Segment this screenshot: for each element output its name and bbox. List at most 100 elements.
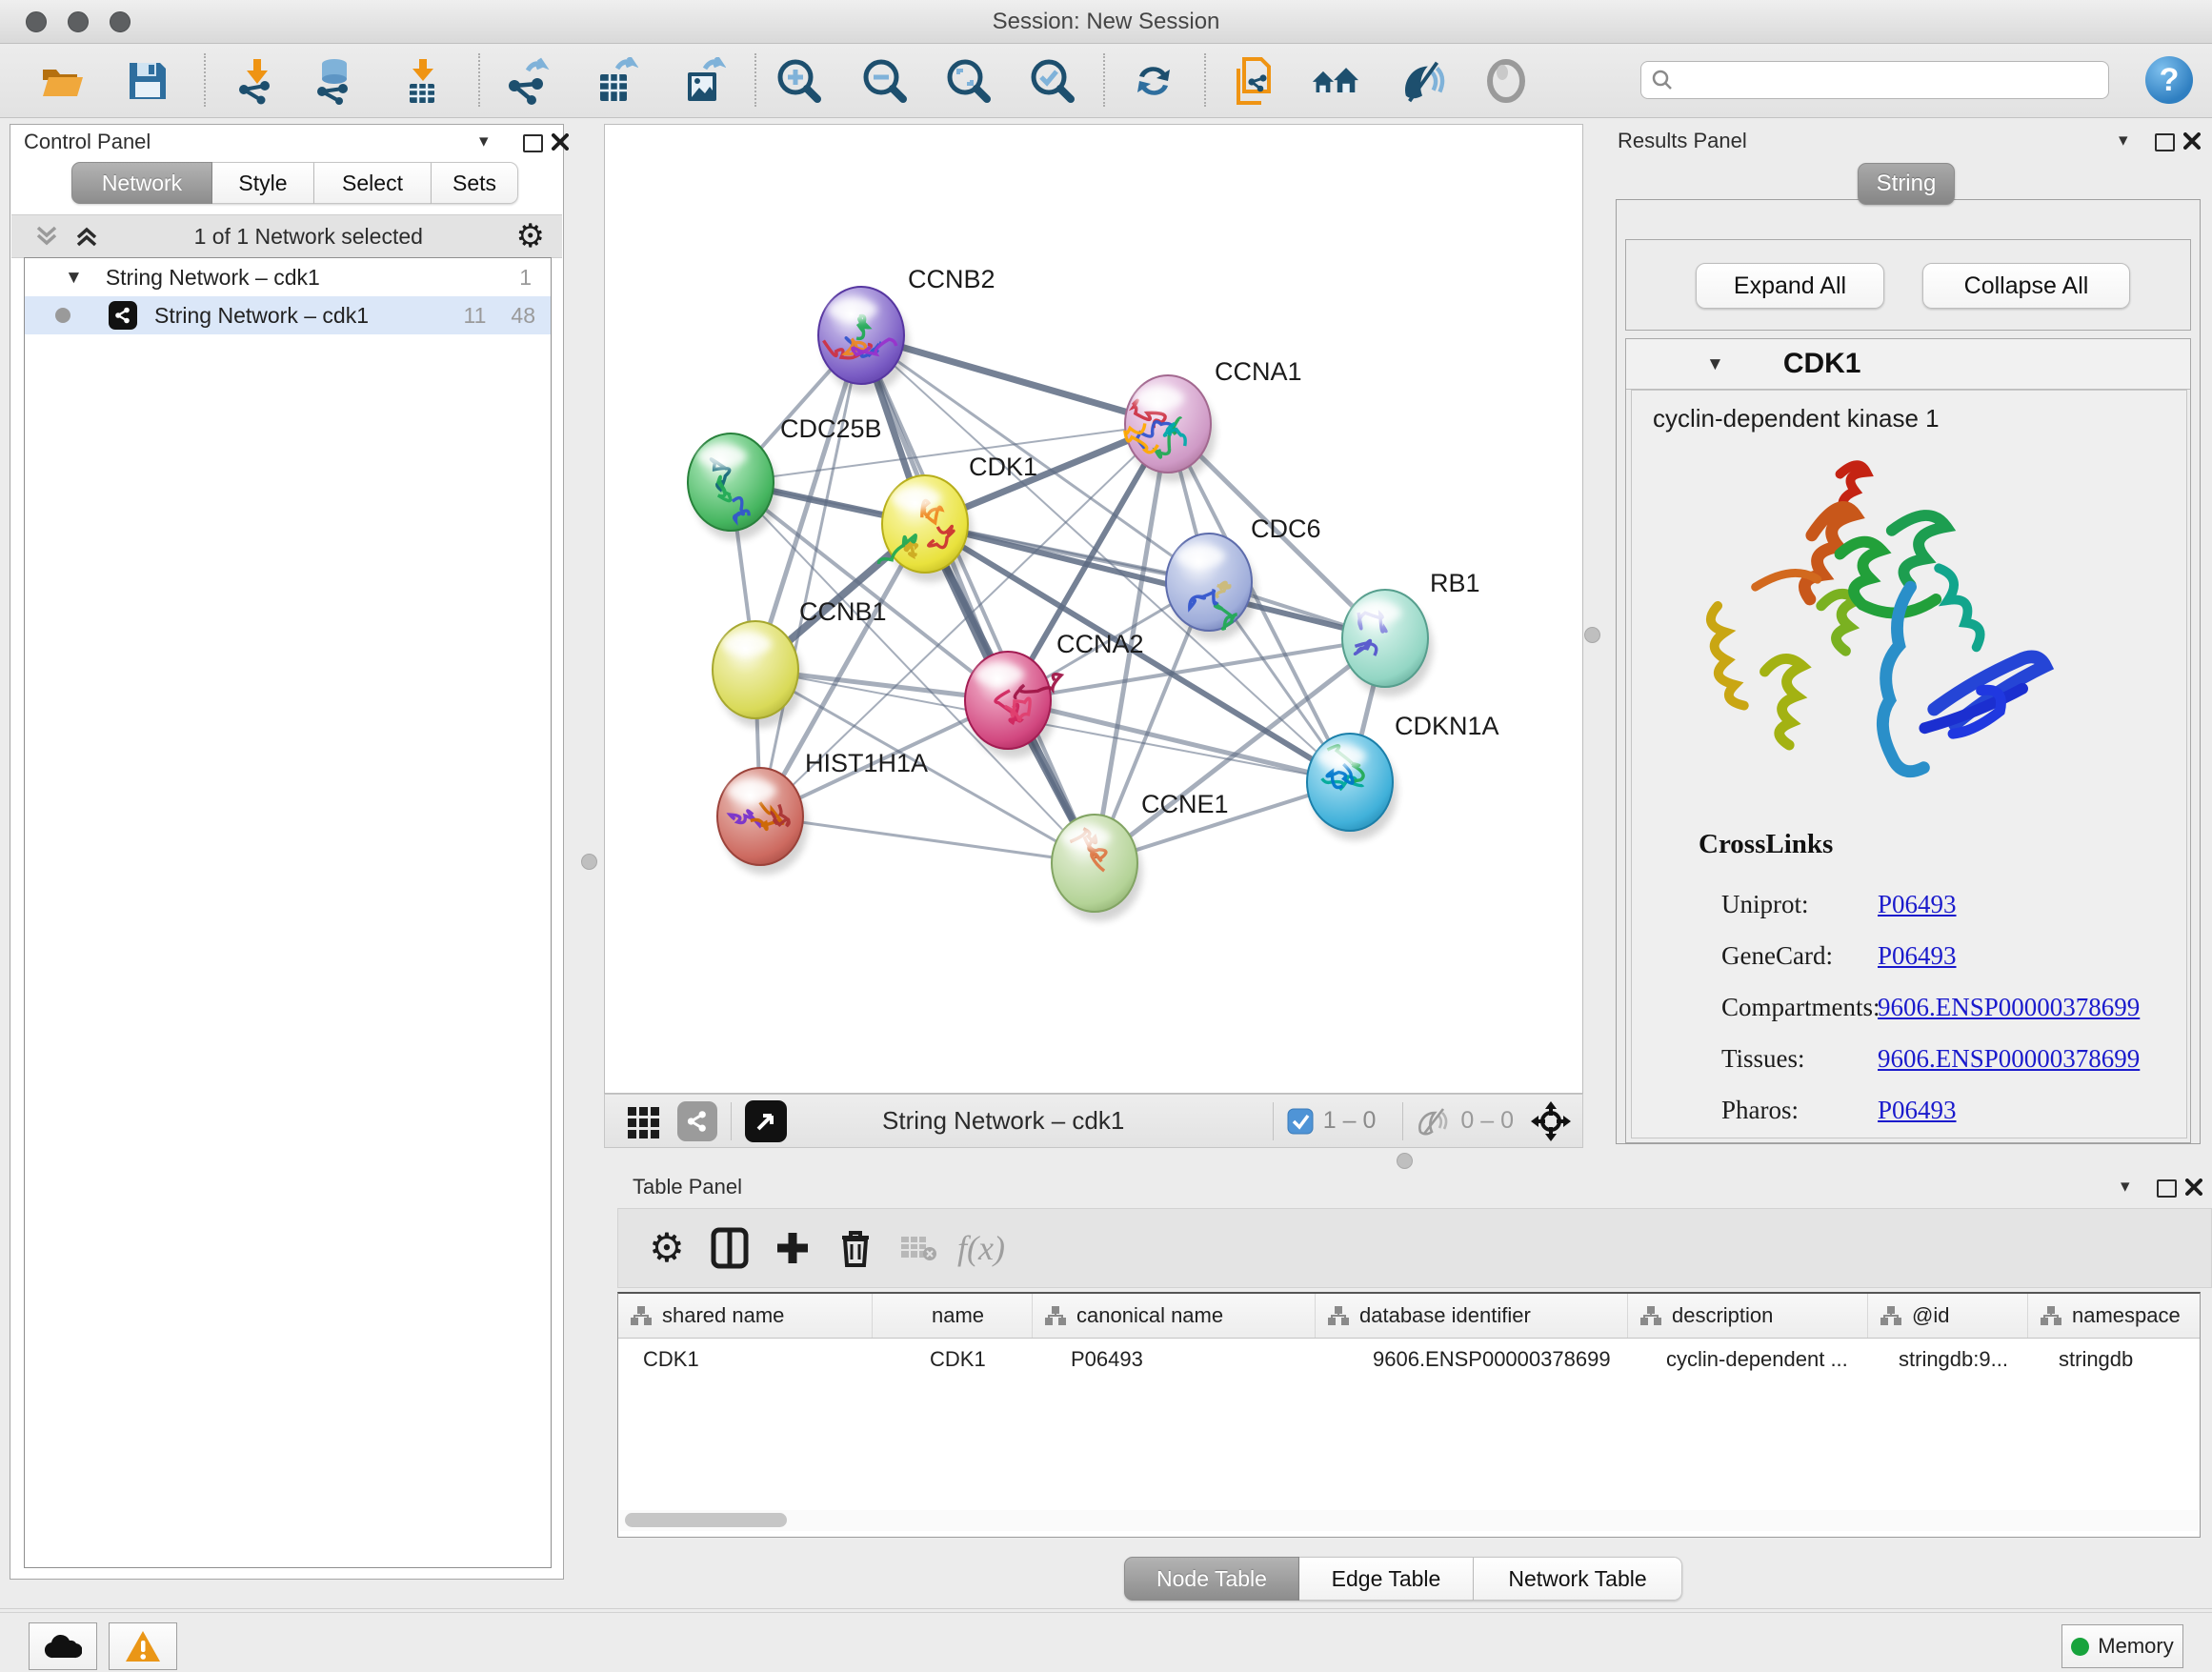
export-image-button[interactable] bbox=[678, 57, 726, 105]
collapse-all-button[interactable]: Collapse All bbox=[1922, 263, 2130, 309]
create-column-button[interactable] bbox=[761, 1219, 824, 1277]
toolbar-separator bbox=[1103, 53, 1105, 107]
network-column-icon bbox=[1880, 1304, 1902, 1327]
collection-expand-icon[interactable]: ▼ bbox=[65, 269, 83, 287]
tab-select[interactable]: Select bbox=[314, 162, 432, 204]
pharos-link[interactable]: P06493 bbox=[1878, 1096, 1957, 1124]
scrollbar-thumb[interactable] bbox=[625, 1513, 787, 1527]
save-session-button[interactable] bbox=[124, 57, 171, 105]
column-header-canonical-name[interactable]: canonical name bbox=[1033, 1294, 1316, 1338]
network-canvas[interactable]: CCNB2CCNA1CDC25BCDK1CDC6RB1CCNB1CCNA2CDK… bbox=[604, 124, 1583, 1094]
search-input[interactable] bbox=[1674, 64, 2108, 96]
zoom-out-button[interactable] bbox=[861, 57, 909, 105]
gene-section-header[interactable]: ▼ CDK1 bbox=[1626, 339, 2190, 390]
main-toolbar: ? bbox=[0, 44, 2212, 118]
show-all-button[interactable] bbox=[1482, 57, 1530, 105]
delete-column-button[interactable] bbox=[824, 1219, 887, 1277]
export-table-button[interactable] bbox=[591, 57, 638, 105]
column-header-description[interactable]: description bbox=[1628, 1294, 1868, 1338]
splitter-handle[interactable] bbox=[1584, 627, 1600, 643]
table-row[interactable]: CDK1 CDK1 P06493 9606.ENSP00000378699 cy… bbox=[618, 1339, 2200, 1380]
column-header-namespace[interactable]: namespace bbox=[2028, 1294, 2200, 1338]
apply-layout-button[interactable] bbox=[1130, 57, 1177, 105]
splitter-handle[interactable] bbox=[581, 854, 597, 870]
network-node-CCNB1[interactable]: CCNB1 bbox=[713, 597, 887, 728]
network-node-CDC6[interactable]: CDC6 bbox=[1166, 514, 1321, 640]
expand-all-button[interactable]: Expand All bbox=[1696, 263, 1884, 309]
open-session-button[interactable] bbox=[38, 57, 86, 105]
column-header-id[interactable]: @id bbox=[1868, 1294, 2028, 1338]
table-options-button[interactable]: ⚙ bbox=[635, 1219, 698, 1277]
node-label: CDC25B bbox=[780, 414, 882, 443]
network-edge[interactable] bbox=[861, 335, 1095, 863]
panel-menu-icon[interactable]: ▾ bbox=[2121, 1178, 2130, 1196]
network-edge[interactable] bbox=[1008, 700, 1350, 782]
network-node-CDKN1A[interactable]: CDKN1A bbox=[1307, 712, 1499, 840]
zoom-fit-button[interactable] bbox=[945, 57, 993, 105]
float-panel-icon[interactable] bbox=[2157, 1179, 2177, 1198]
panel-menu-icon[interactable]: ▾ bbox=[479, 132, 489, 151]
tab-network[interactable]: Network bbox=[71, 162, 212, 204]
network-node-RB1[interactable]: RB1 bbox=[1342, 569, 1480, 696]
tab-sets[interactable]: Sets bbox=[432, 162, 518, 204]
network-collection-row[interactable]: ▼ String Network – cdk1 1 bbox=[25, 258, 551, 296]
help-button[interactable]: ? bbox=[2145, 56, 2193, 104]
column-header-name[interactable]: name bbox=[873, 1294, 1033, 1338]
close-panel-icon[interactable] bbox=[2185, 1178, 2202, 1196]
warnings-button[interactable] bbox=[109, 1622, 177, 1670]
tab-edge-table[interactable]: Edge Table bbox=[1299, 1557, 1474, 1601]
close-panel-icon[interactable] bbox=[2183, 132, 2201, 150]
section-collapse-icon[interactable]: ▼ bbox=[1706, 355, 1724, 373]
float-panel-icon[interactable] bbox=[2155, 133, 2175, 151]
network-node-CCNE1[interactable]: CCNE1 bbox=[1052, 790, 1229, 921]
tab-style[interactable]: Style bbox=[212, 162, 314, 204]
import-network-file-button[interactable] bbox=[232, 57, 280, 105]
column-header-database-identifier[interactable]: database identifier bbox=[1316, 1294, 1628, 1338]
collapse-all-icon[interactable] bbox=[32, 222, 61, 251]
show-columns-button[interactable] bbox=[698, 1219, 761, 1277]
network-node-HIST1H1A[interactable]: HIST1H1A bbox=[717, 749, 928, 875]
selected-checkbox-icon[interactable] bbox=[1287, 1108, 1314, 1135]
zoom-out-icon bbox=[861, 57, 909, 105]
uniprot-link[interactable]: P06493 bbox=[1878, 890, 1957, 918]
float-panel-icon[interactable] bbox=[523, 134, 543, 152]
new-network-from-selection-button[interactable] bbox=[1231, 57, 1278, 105]
genecard-link[interactable]: P06493 bbox=[1878, 941, 1957, 970]
tab-string-results[interactable]: String bbox=[1858, 163, 1955, 205]
column-header-shared-name[interactable]: shared name bbox=[618, 1294, 873, 1338]
import-network-database-button[interactable] bbox=[311, 57, 358, 105]
network-node-CCNB2[interactable]: CCNB2 bbox=[818, 265, 995, 393]
fit-content-crosshair-icon[interactable] bbox=[1529, 1099, 1573, 1143]
first-neighbors-button[interactable] bbox=[1311, 57, 1358, 105]
export-network-button[interactable] bbox=[503, 57, 551, 105]
hide-selected-button[interactable] bbox=[1400, 57, 1448, 105]
memory-button[interactable]: Memory bbox=[2061, 1624, 2183, 1668]
search-field[interactable] bbox=[1640, 61, 2109, 99]
network-edge[interactable] bbox=[760, 816, 1095, 863]
network-node-CDC25B[interactable]: CDC25B bbox=[688, 414, 882, 540]
zoom-in-button[interactable] bbox=[775, 57, 823, 105]
tab-node-table[interactable]: Node Table bbox=[1124, 1557, 1299, 1601]
expand-all-icon[interactable] bbox=[72, 222, 101, 251]
network-node-CDK1[interactable]: CDK1 bbox=[878, 453, 1037, 582]
birds-eye-view-icon[interactable] bbox=[745, 1100, 787, 1142]
splitter-handle[interactable] bbox=[1397, 1153, 1413, 1169]
table-horizontal-scrollbar[interactable] bbox=[619, 1510, 2199, 1531]
import-table-file-button[interactable] bbox=[398, 57, 446, 105]
grid-view-icon[interactable] bbox=[626, 1103, 662, 1139]
compartments-link[interactable]: 9606.ENSP00000378699 bbox=[1878, 993, 2140, 1021]
string-view-icon[interactable] bbox=[677, 1101, 717, 1141]
network-row[interactable]: String Network – cdk1 11 48 bbox=[25, 296, 551, 334]
network-options-gear-icon[interactable]: ⚙ bbox=[516, 220, 545, 252]
crosslink-label: Uniprot: bbox=[1721, 878, 1880, 930]
zoom-selected-button[interactable] bbox=[1029, 57, 1076, 105]
tab-network-table[interactable]: Network Table bbox=[1474, 1557, 1682, 1601]
cloud-status-button[interactable] bbox=[29, 1622, 97, 1670]
crosslink-label: GeneCard: bbox=[1721, 930, 1880, 981]
tissues-link[interactable]: 9606.ENSP00000378699 bbox=[1878, 1044, 2140, 1073]
network-graph: CCNB2CCNA1CDC25BCDK1CDC6RB1CCNB1CCNA2CDK… bbox=[605, 125, 1582, 1093]
network-edge[interactable] bbox=[760, 335, 861, 816]
panel-menu-icon[interactable]: ▾ bbox=[2119, 131, 2128, 150]
close-panel-icon[interactable] bbox=[552, 133, 569, 151]
network-node-CCNA1[interactable]: CCNA1 bbox=[1125, 357, 1302, 482]
